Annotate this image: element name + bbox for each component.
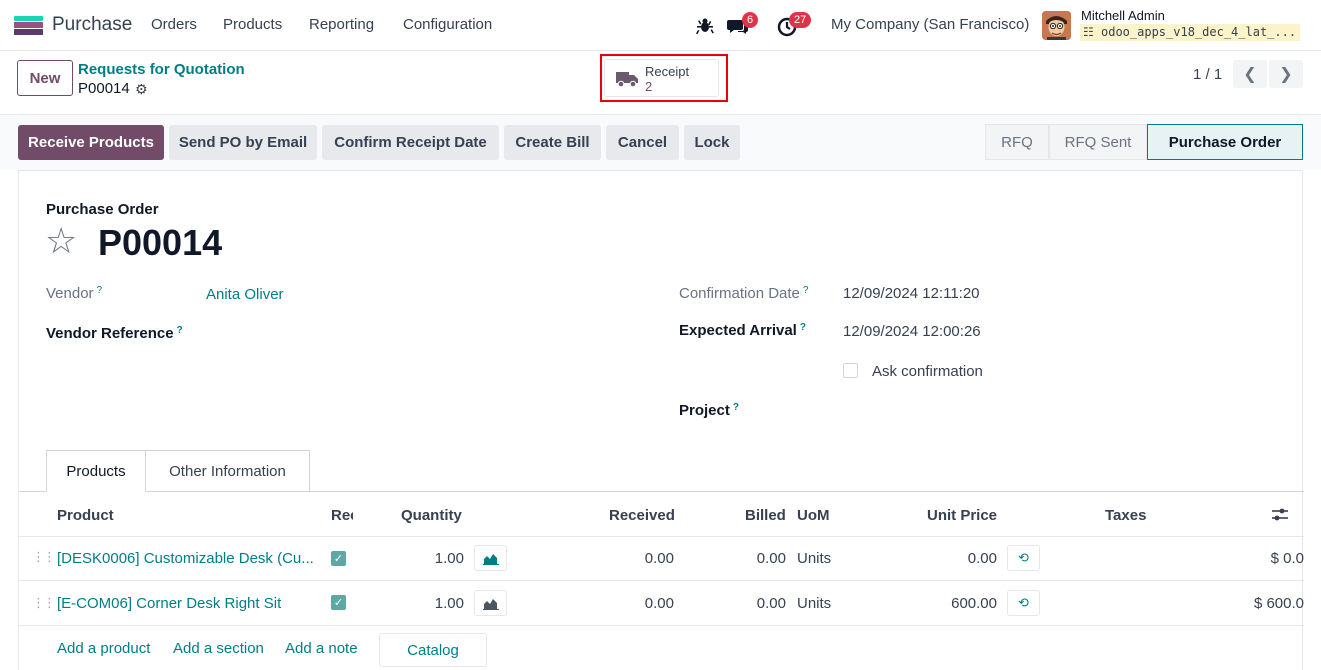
row-1-received[interactable]: 0.00 xyxy=(594,550,674,567)
row-1-forecast-chart-icon[interactable] xyxy=(474,545,507,571)
user-name[interactable]: Mitchell Admin xyxy=(1081,8,1165,23)
database-icon: ☷ xyxy=(1083,25,1094,39)
row-2-received-checkbox[interactable]: ✓ xyxy=(331,595,346,610)
add-section-link[interactable]: Add a section xyxy=(173,640,264,657)
menu-products[interactable]: Products xyxy=(223,16,282,33)
ask-confirmation-label: Ask confirmation xyxy=(872,363,983,380)
messages-badge: 6 xyxy=(742,12,759,28)
vendor-label: Vendor? xyxy=(46,285,103,302)
row-1-quantity[interactable]: 1.00 xyxy=(404,550,464,567)
column-taxes[interactable]: Taxes xyxy=(1105,507,1146,524)
row-divider xyxy=(19,625,1304,626)
activities-badge: 27 xyxy=(789,12,812,28)
status-bar: RFQ RFQ Sent Purchase Order xyxy=(985,124,1303,160)
star-icon[interactable]: ☆ xyxy=(45,223,77,259)
send-po-email-button[interactable]: Send PO by Email xyxy=(169,125,317,160)
row-2-subtotal: $ 600.0 xyxy=(1253,595,1304,612)
column-unit-price[interactable]: Unit Price xyxy=(927,507,997,524)
stage-rfq[interactable]: RFQ xyxy=(985,124,1049,160)
po-number: P00014 xyxy=(98,222,223,263)
control-panel: New Requests for Quotation P00014 ⚙ Rece… xyxy=(0,51,1321,115)
add-note-link[interactable]: Add a note xyxy=(285,640,358,657)
row-1-billed: 0.00 xyxy=(756,550,786,567)
confirm-receipt-date-button[interactable]: Confirm Receipt Date xyxy=(322,125,499,160)
row-2-unit-price[interactable]: 600.00 xyxy=(917,595,997,612)
cancel-button[interactable]: Cancel xyxy=(606,125,679,160)
action-bar: Receive Products Send PO by Email Confir… xyxy=(0,115,1321,170)
row-1-received-checkbox[interactable]: ✓ xyxy=(331,551,346,566)
receive-products-button[interactable]: Receive Products xyxy=(18,125,164,160)
row-1-unit-price[interactable]: 0.00 xyxy=(917,550,997,567)
menu-reporting[interactable]: Reporting xyxy=(309,16,374,33)
row-1-uom[interactable]: Units xyxy=(797,550,831,567)
row-divider xyxy=(19,580,1304,581)
vendor-field[interactable]: Anita Oliver xyxy=(206,286,284,303)
pager-next-button[interactable]: ❯ xyxy=(1269,60,1303,88)
purchase-app-icon[interactable] xyxy=(14,16,43,35)
tab-other-information[interactable]: Other Information xyxy=(146,450,310,492)
column-received-check[interactable]: Rec xyxy=(331,507,353,524)
pager-previous-button[interactable]: ❮ xyxy=(1233,60,1267,88)
app-name[interactable]: Purchase xyxy=(52,14,132,36)
row-2-billed: 0.00 xyxy=(756,595,786,612)
drag-handle-icon[interactable]: ⋮⋮ xyxy=(32,549,56,565)
row-2-reset-price-icon[interactable]: ⟲ xyxy=(1007,590,1040,616)
pager-value: 1 / 1 xyxy=(1193,66,1223,83)
row-2-forecast-chart-icon[interactable] xyxy=(474,590,507,616)
new-button[interactable]: New xyxy=(17,60,73,96)
column-quantity[interactable]: Quantity xyxy=(401,507,462,524)
ask-confirmation-checkbox[interactable] xyxy=(843,363,858,378)
receipt-label: Receipt xyxy=(645,64,690,79)
column-received[interactable]: Received xyxy=(609,507,675,524)
user-avatar[interactable] xyxy=(1042,11,1071,40)
gear-icon[interactable]: ⚙ xyxy=(135,81,148,98)
debug-bug-icon[interactable] xyxy=(694,15,716,37)
row-2-received[interactable]: 0.00 xyxy=(594,595,674,612)
menu-configuration[interactable]: Configuration xyxy=(403,16,492,33)
lock-button[interactable]: Lock xyxy=(684,125,740,160)
expected-arrival-label: Expected Arrival? xyxy=(679,322,806,339)
column-product[interactable]: Product xyxy=(57,507,114,524)
tab-products[interactable]: Products xyxy=(46,450,146,492)
database-name: ☷ odoo_apps_v18_dec_4_lat_... xyxy=(1080,24,1300,41)
company-switcher[interactable]: My Company (San Francisco) xyxy=(831,16,1029,33)
column-uom[interactable]: UoM xyxy=(797,507,830,524)
menu-orders[interactable]: Orders xyxy=(151,16,197,33)
top-navbar: Purchase Orders Products Reporting Confi… xyxy=(0,0,1321,51)
document-type-label: Purchase Order xyxy=(46,201,159,218)
expected-arrival-field[interactable]: 12/09/2024 12:00:26 xyxy=(843,323,981,340)
add-product-link[interactable]: Add a product xyxy=(57,640,150,657)
column-settings-icon[interactable] xyxy=(1271,507,1289,527)
vendor-reference-label: Vendor Reference? xyxy=(46,325,183,342)
project-label: Project? xyxy=(679,402,739,419)
stage-purchase-order[interactable]: Purchase Order xyxy=(1147,124,1303,160)
breadcrumb-rfq[interactable]: Requests for Quotation xyxy=(78,61,245,78)
stage-rfq-sent[interactable]: RFQ Sent xyxy=(1049,124,1147,160)
receipt-smart-button[interactable]: Receipt 2 xyxy=(604,59,719,97)
row-1-reset-price-icon[interactable]: ⟲ xyxy=(1007,545,1040,571)
create-bill-button[interactable]: Create Bill xyxy=(504,125,601,160)
form-sheet: Purchase Order ☆ P00014 Vendor? Anita Ol… xyxy=(18,170,1304,670)
row-2-uom[interactable]: Units xyxy=(797,595,831,612)
truck-icon xyxy=(616,72,638,88)
row-1-product[interactable]: [DESK0006] Customizable Desk (Cu... xyxy=(57,550,319,567)
drag-handle-icon[interactable]: ⋮⋮ xyxy=(32,595,56,611)
row-2-quantity[interactable]: 1.00 xyxy=(404,595,464,612)
column-billed[interactable]: Billed xyxy=(745,507,786,524)
confirmation-date-field[interactable]: 12/09/2024 12:11:20 xyxy=(843,285,980,302)
row-2-product[interactable]: [E-COM06] Corner Desk Right Sit xyxy=(57,595,319,612)
breadcrumb-current: P00014 xyxy=(78,80,130,97)
row-1-subtotal: $ 0.0 xyxy=(1270,550,1304,567)
database-label: odoo_apps_v18_dec_4_lat_... xyxy=(1101,25,1297,39)
confirmation-date-label: Confirmation Date? xyxy=(679,285,809,302)
header-divider xyxy=(19,536,1304,537)
receipt-count: 2 xyxy=(645,79,653,94)
